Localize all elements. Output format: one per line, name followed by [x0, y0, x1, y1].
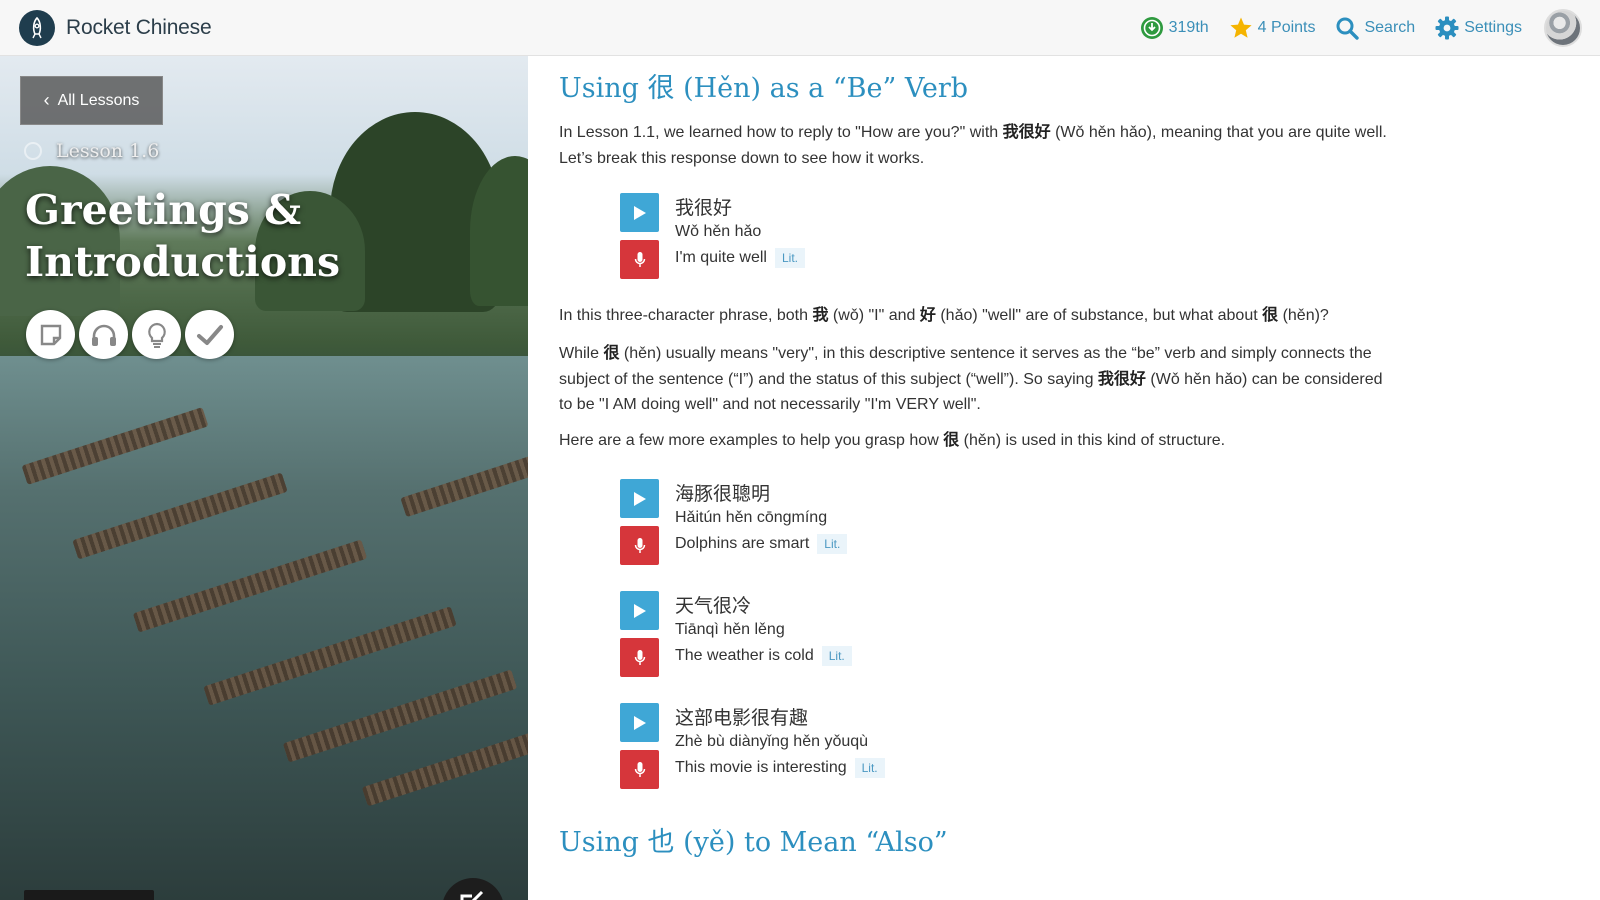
phrase-pinyin: Wǒ hěn hǎo: [675, 223, 762, 240]
phrase-pinyin: Zhè bù diànyǐng hěn yǒuqù: [675, 733, 869, 750]
star-icon: [1230, 17, 1252, 38]
phrase-hanzi: 天气很冷: [675, 595, 752, 617]
headphones-icon: [91, 324, 116, 346]
lesson-content: Using 很 (Hěn) as a “Be” Verb In Lesson 1…: [528, 56, 1600, 900]
intro-paragraph: In Lesson 1.1, we learned how to reply t…: [559, 120, 1399, 171]
rocket-logo-icon: [19, 9, 55, 46]
microphone-icon: [634, 537, 645, 553]
top-bar: Rocket Chinese 319th 4 Points Search Set…: [0, 0, 1600, 56]
lightbulb-icon: [147, 322, 166, 348]
translation-text: This movie is interesting: [675, 759, 847, 776]
text: Here are a few more examples to help you…: [559, 432, 944, 449]
audio-button[interactable]: [79, 310, 128, 359]
play-audio-button[interactable]: [620, 591, 659, 630]
phrase-hanzi: 海豚很聰明: [675, 483, 771, 505]
user-avatar[interactable]: [1544, 8, 1582, 47]
search-icon: [1336, 17, 1360, 40]
play-audio-button[interactable]: [620, 703, 659, 742]
text: While: [559, 345, 604, 362]
play-icon: [633, 205, 646, 220]
chinese-term: 很: [1262, 307, 1279, 324]
translation-text: Dolphins are smart: [675, 535, 810, 552]
paragraph-be-verb: While 很 (hěn) usually means "very", in t…: [559, 341, 1399, 418]
paragraph-substance: In this three-character phrase, both 我 (…: [559, 303, 1399, 329]
chinese-term: 我很好: [1097, 370, 1146, 388]
chinese-term: 我很好: [1002, 124, 1051, 141]
record-voice-button[interactable]: [620, 526, 659, 565]
settings-label: Settings: [1464, 18, 1522, 36]
literal-translation-button[interactable]: Lit.: [817, 534, 848, 554]
section-title-ye: Using 也 (yě) to Mean “Also”: [559, 827, 948, 858]
all-lessons-label: All Lessons: [57, 91, 140, 109]
rank-icon: [1140, 16, 1163, 39]
paragraph-examples: Here are a few more examples to help you…: [559, 428, 1399, 454]
top-nav: 319th 4 Points Search Settings: [1120, 8, 1582, 47]
phrase-pinyin: Tiānqì hěn lěng: [675, 621, 785, 638]
hero-bottom-tab[interactable]: [24, 890, 154, 900]
microphone-icon: [634, 649, 645, 665]
brand-name: Rocket Chinese: [66, 15, 212, 39]
text: In this three-character phrase, both: [559, 307, 813, 324]
record-voice-button[interactable]: [620, 240, 659, 279]
edit-icon: [460, 890, 484, 900]
lesson-title-line2: Introductions: [25, 238, 341, 286]
progress-circle-icon: [24, 142, 42, 160]
all-lessons-button[interactable]: ‹ All Lessons: [20, 76, 163, 125]
chinese-term: 很: [943, 432, 960, 449]
phrase-translation: I'm quite well Lit.: [675, 248, 805, 268]
literal-translation-button[interactable]: Lit.: [774, 248, 805, 268]
record-voice-button[interactable]: [620, 750, 659, 789]
lesson-number-label: Lesson 1.6: [56, 140, 160, 162]
gear-icon: [1435, 16, 1459, 39]
phrase-translation: The weather is cold Lit.: [675, 646, 852, 666]
section-title-hen: Using 很 (Hěn) as a “Be” Verb: [559, 73, 969, 104]
chevron-left-icon: ‹: [43, 90, 50, 110]
checkmark-icon: [196, 324, 223, 345]
translation-text: I'm quite well: [675, 249, 767, 266]
phrase-translation: This movie is interesting Lit.: [675, 758, 885, 778]
play-audio-button[interactable]: [620, 479, 659, 518]
phrase-pinyin: Hǎitún hěn cōngmíng: [675, 509, 828, 526]
phrase-translation: Dolphins are smart Lit.: [675, 534, 848, 554]
play-icon: [633, 603, 646, 618]
lesson-title: Greetings & Introductions: [25, 184, 495, 288]
tips-button[interactable]: [132, 310, 181, 359]
microphone-icon: [634, 251, 645, 267]
hero-river: [0, 356, 528, 900]
play-icon: [633, 715, 646, 730]
chinese-term: 好: [919, 307, 936, 324]
lesson-title-line1: Greetings &: [25, 186, 302, 234]
rank-link[interactable]: 319th: [1140, 16, 1209, 40]
rank-label: 319th: [1168, 18, 1209, 36]
text: In Lesson 1.1, we learned how to reply t…: [559, 124, 1003, 141]
chinese-term: 很: [603, 345, 620, 362]
lesson-tools: [26, 310, 238, 359]
settings-link[interactable]: Settings: [1435, 16, 1522, 40]
chinese-term: 我: [812, 307, 829, 324]
search-label: Search: [1364, 18, 1416, 36]
text: (hǎo) "well" are of substance, but what …: [935, 307, 1263, 324]
points-label: 4 Points: [1257, 18, 1316, 36]
phrase-hanzi: 我很好: [675, 197, 733, 219]
text: (wǒ) "I" and: [828, 307, 920, 324]
play-audio-button[interactable]: [620, 193, 659, 232]
phrase-hanzi: 这部电影很有趣: [675, 707, 809, 729]
literal-translation-button[interactable]: Lit.: [854, 758, 885, 778]
literal-translation-button[interactable]: Lit.: [821, 646, 852, 666]
notes-button[interactable]: [26, 310, 75, 359]
search-link[interactable]: Search: [1335, 16, 1415, 40]
brand-home-link[interactable]: Rocket Chinese: [19, 9, 212, 46]
record-voice-button[interactable]: [620, 638, 659, 677]
play-icon: [633, 491, 646, 506]
notes-icon: [40, 324, 61, 345]
lesson-hero: ‹ All Lessons Lesson 1.6 Greetings & Int…: [0, 56, 528, 900]
points-link[interactable]: 4 Points: [1229, 16, 1316, 40]
text: (hěn)?: [1278, 307, 1329, 324]
clipped-text-line: [559, 892, 1359, 900]
translation-text: The weather is cold: [675, 647, 814, 664]
complete-button[interactable]: [185, 310, 234, 359]
lesson-number: Lesson 1.6: [24, 140, 159, 162]
text: (hěn) is used in this kind of structure.: [959, 432, 1226, 449]
microphone-icon: [634, 761, 645, 777]
